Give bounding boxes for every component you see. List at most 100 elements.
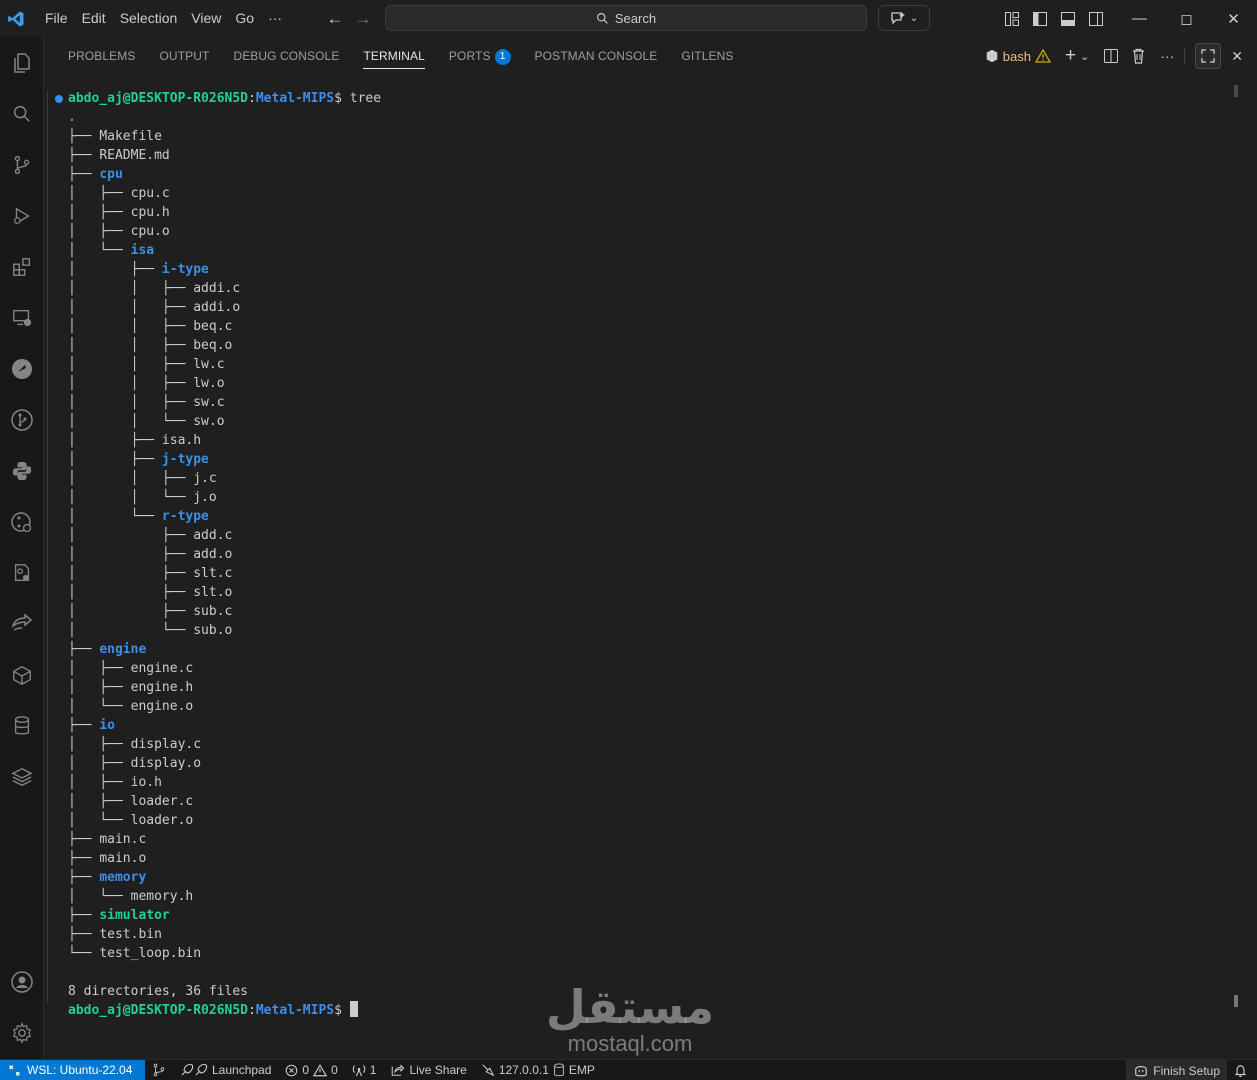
tree-branch: │ ├── — [68, 205, 131, 220]
tree-row: │ │ ├── addi.c — [68, 279, 240, 298]
tab-terminal[interactable]: TERMINAL — [351, 37, 436, 75]
menu-selection[interactable]: Selection — [113, 0, 185, 37]
menu-edit[interactable]: Edit — [75, 0, 113, 37]
tree-branch: │ ├── — [68, 186, 131, 201]
gitlens-icon[interactable] — [0, 400, 44, 440]
live-share-status[interactable]: Live Share — [383, 1060, 473, 1080]
tree-row: │ └── sub.o — [68, 621, 232, 640]
copilot-chat-button[interactable]: ⌄ — [878, 5, 930, 31]
plug-icon — [482, 1064, 495, 1077]
container-tools-icon[interactable] — [0, 553, 44, 593]
mostaql-watermark: مستقل mostaql.com — [545, 982, 715, 1062]
package-icon[interactable] — [0, 655, 44, 695]
live-share-icon[interactable] — [0, 604, 44, 644]
python-icon[interactable] — [0, 451, 44, 491]
host-status[interactable]: 127.0.0.1 EMP — [474, 1060, 602, 1080]
menu-file[interactable]: File — [38, 0, 75, 37]
remote-explorer-icon[interactable] — [0, 298, 44, 338]
tree-summary: 8 directories, 36 files — [68, 984, 249, 999]
tab-gitlens[interactable]: GITLENS — [669, 37, 745, 75]
database-icon[interactable] — [0, 706, 44, 746]
terminal-selector[interactable]: bash — [985, 45, 1051, 67]
remote-indicator[interactable]: WSL: Ubuntu-22.04 — [0, 1059, 145, 1080]
more-actions-icon[interactable]: ··· — [1160, 45, 1174, 67]
tree-branch: ├── — [68, 148, 100, 163]
command-center-search[interactable]: Search — [385, 5, 867, 31]
maximize-icon[interactable]: ◻ — [1163, 0, 1210, 37]
tree-branch: ├── — [68, 832, 100, 847]
git-graph-status[interactable] — [145, 1060, 173, 1080]
tree-row: │ ├── add.o — [68, 545, 232, 564]
git-graph-icon[interactable] — [0, 502, 44, 542]
tree-row: │ ├── cpu.h — [68, 203, 170, 222]
tab-output[interactable]: OUTPUT — [148, 37, 222, 75]
account-icon[interactable] — [0, 962, 44, 1002]
problems-status[interactable]: 0 0 — [278, 1060, 344, 1080]
maximize-panel-icon[interactable] — [1195, 43, 1222, 69]
tree-branch: │ └── — [68, 509, 162, 524]
forward-arrow-icon[interactable]: → — [354, 9, 372, 29]
source-control-icon[interactable] — [0, 145, 44, 185]
chevron-down-icon[interactable]: ⌄ — [1080, 45, 1089, 67]
status-bar-right: Finish Setup — [1126, 1060, 1257, 1080]
tree-directory: cpu — [99, 167, 123, 182]
layers-icon[interactable] — [0, 757, 44, 797]
tree-file: loader.c — [130, 794, 194, 809]
search-icon — [596, 12, 608, 24]
trash-icon[interactable] — [1131, 45, 1146, 67]
tab-postman-console[interactable]: POSTMAN CONSOLE — [523, 37, 670, 75]
notifications-bell-icon[interactable] — [1227, 1060, 1257, 1080]
prompt-line: abdo_aj@DESKTOP-R026N5D:Metal-MIPS$ tree — [68, 91, 382, 106]
tree-file: beq.c — [193, 319, 233, 334]
launchpad-status[interactable]: Launchpad — [173, 1060, 278, 1080]
status-bar: WSL: Ubuntu-22.04 Launchpad 0 0 1 Live S… — [0, 1059, 1257, 1080]
tree-row: ├── engine — [68, 640, 146, 659]
extensions-icon[interactable] — [0, 247, 44, 287]
menu-view[interactable]: View — [184, 0, 228, 37]
tree-branch: │ ├── — [68, 661, 131, 676]
explorer-icon[interactable] — [0, 43, 44, 83]
ports-status[interactable]: 1 — [345, 1060, 384, 1080]
scrollbar-marker[interactable] — [1234, 995, 1238, 1007]
back-arrow-icon[interactable]: ← — [326, 9, 344, 29]
scrollbar-marker[interactable] — [1234, 85, 1238, 97]
toggle-secondary-sidebar-icon[interactable] — [1087, 10, 1105, 28]
finish-setup-status[interactable]: Finish Setup — [1126, 1060, 1227, 1080]
close-icon[interactable]: ✕ — [1210, 0, 1257, 37]
new-terminal-icon[interactable]: + — [1065, 45, 1076, 67]
rocket-icon — [181, 1063, 208, 1076]
toggle-panel-icon[interactable] — [1059, 10, 1077, 28]
split-terminal-icon[interactable] — [1103, 45, 1119, 67]
search-icon[interactable] — [0, 94, 44, 134]
tree-file: memory.h — [130, 889, 194, 904]
remote-icon — [9, 1064, 20, 1076]
run-debug-icon[interactable] — [0, 196, 44, 236]
command-decoration-icon[interactable] — [55, 95, 63, 103]
ports-count: 1 — [369, 1063, 377, 1077]
customize-layout-icon[interactable] — [1003, 10, 1021, 28]
toggle-primary-sidebar-icon[interactable] — [1031, 10, 1049, 28]
tree-branch: │ ├── — [68, 604, 194, 619]
tree-file: beq.o — [193, 338, 233, 353]
menu-more[interactable]: ··· — [261, 0, 289, 37]
tree-file: main.c — [99, 832, 147, 847]
tree-file: sw.o — [193, 414, 225, 429]
tree-row: │ │ ├── sw.c — [68, 393, 225, 412]
tab-debug-console[interactable]: DEBUG CONSOLE — [221, 37, 351, 75]
tree-row: │ ├── cpu.c — [68, 184, 170, 203]
tree-row: │ ├── engine.h — [68, 678, 193, 697]
tree-branch: │ │ ├── — [68, 395, 194, 410]
postman-icon[interactable] — [0, 349, 44, 389]
terminal-output[interactable]: abdo_aj@DESKTOP-R026N5D:Metal-MIPS$ tree… — [45, 80, 1245, 1059]
tree-file: engine.o — [130, 699, 194, 714]
git-graph-icon — [153, 1063, 165, 1077]
minimize-icon[interactable]: — — [1116, 0, 1163, 37]
title-bar: File Edit Selection View Go ··· ← → Search ⌄ … — [0, 0, 1257, 37]
tab-problems[interactable]: PROBLEMS — [45, 37, 148, 75]
tree-row: │ │ ├── lw.o — [68, 374, 225, 393]
settings-gear-icon[interactable] — [0, 1013, 44, 1053]
menu-go[interactable]: Go — [228, 0, 261, 37]
tree-row: │ ├── slt.o — [68, 583, 232, 602]
tab-ports[interactable]: PORTS 1 — [437, 37, 523, 75]
close-panel-icon[interactable]: ✕ — [1231, 45, 1243, 67]
